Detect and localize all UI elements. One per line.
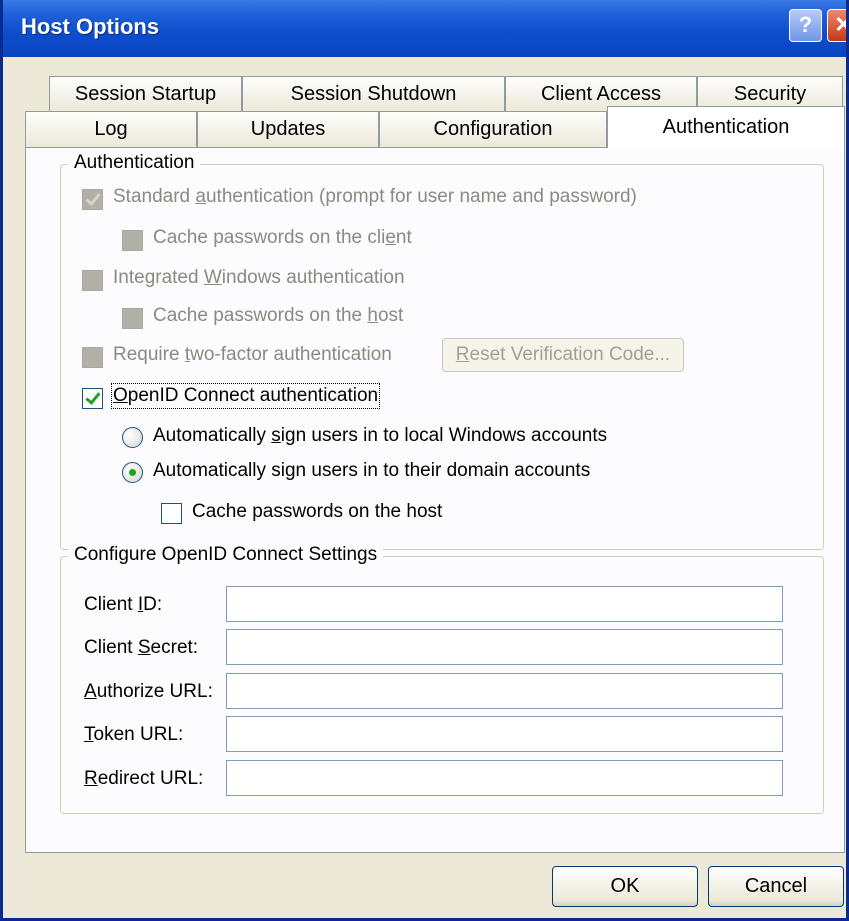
host-options-dialog: Host Options ? ✕ Session Startup Session… — [0, 0, 849, 921]
local-windows-accounts-radio[interactable] — [122, 427, 143, 448]
client-id-label: Client ID: — [84, 594, 163, 615]
integrated-auth-label: Integrated Windows authentication — [113, 267, 405, 288]
cache-client-checkbox[interactable] — [122, 230, 143, 251]
cancel-button[interactable]: Cancel — [708, 866, 844, 907]
tab-updates[interactable]: Updates — [197, 111, 379, 147]
standard-auth-label: Standard authentication (prompt for user… — [113, 186, 637, 207]
client-id-input[interactable] — [226, 586, 783, 622]
authentication-group-legend: Authentication — [68, 152, 201, 174]
title-bar[interactable]: Host Options ? ✕ — [3, 0, 846, 57]
client-secret-input[interactable] — [226, 629, 783, 665]
redirect-url-label: Redirect URL: — [84, 768, 204, 789]
tab-configuration[interactable]: Configuration — [379, 111, 607, 147]
cache-client-label: Cache passwords on the client — [153, 227, 412, 248]
authentication-tab-panel: Authentication Standard authentication (… — [25, 147, 845, 853]
ok-button[interactable]: OK — [552, 866, 698, 907]
client-secret-label: Client Secret: — [84, 637, 199, 658]
reset-verification-code-button[interactable]: Reset Verification Code... — [442, 338, 684, 372]
openid-connect-label: OpenID Connect authentication — [110, 383, 381, 409]
help-button[interactable]: ? — [789, 9, 822, 42]
token-url-label: Token URL: — [84, 724, 184, 745]
two-factor-checkbox[interactable] — [82, 347, 103, 368]
tab-session-shutdown[interactable]: Session Shutdown — [242, 76, 505, 112]
token-url-input[interactable] — [226, 716, 783, 752]
cache-host-integrated-checkbox[interactable] — [122, 308, 143, 329]
cache-host-integrated-label: Cache passwords on the host — [153, 305, 404, 326]
local-windows-accounts-label: Automatically sign users in to local Win… — [153, 425, 608, 446]
two-factor-label: Require two-factor authentication — [113, 344, 392, 365]
openid-connect-checkbox[interactable] — [82, 388, 103, 409]
tab-session-startup[interactable]: Session Startup — [49, 76, 242, 112]
openid-settings-legend: Configure OpenID Connect Settings — [68, 544, 384, 566]
close-button[interactable]: ✕ — [827, 9, 846, 42]
redirect-url-input[interactable] — [226, 760, 783, 796]
domain-accounts-label: Automatically sign users in to their dom… — [153, 460, 591, 481]
authorize-url-input[interactable] — [226, 673, 783, 709]
tab-authentication[interactable]: Authentication — [607, 106, 845, 148]
domain-accounts-radio[interactable] — [122, 462, 143, 483]
cache-host-openid-label: Cache passwords on the host — [192, 501, 443, 522]
standard-auth-checkbox[interactable] — [82, 189, 103, 210]
authorize-url-label: Authorize URL: — [84, 681, 213, 702]
cache-host-openid-checkbox[interactable] — [161, 503, 182, 524]
window-title: Host Options — [21, 14, 160, 39]
tab-log[interactable]: Log — [25, 111, 197, 147]
integrated-auth-checkbox[interactable] — [82, 270, 103, 291]
